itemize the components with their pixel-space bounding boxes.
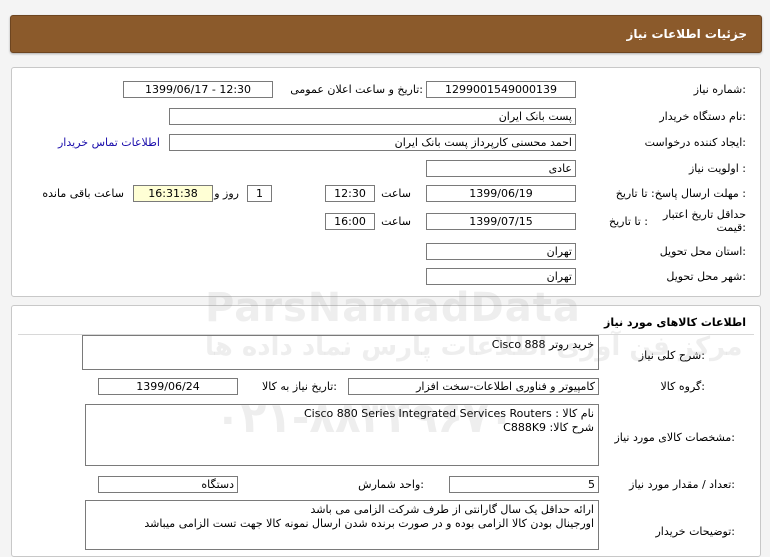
buyer-notes-field: ارائه حداقل یک سال گارانتی از طرف شرکت ا… [85,500,599,550]
specs-label: مشخصات کالای مورد نیاز: [614,431,735,444]
remaining-time-field: 16:31:38 [133,185,213,202]
page-header: جزئیات اطلاعات نیاز [10,15,762,53]
creator-label: ایجاد کننده درخواست: [644,136,746,149]
validity-time-label: ساعت [381,215,411,228]
goods-section-title: اطلاعات کالاهای مورد نیاز [604,316,746,329]
goods-group-label: گروه کالا: [660,380,705,393]
summary-label: شرح کلی نیاز: [638,349,705,362]
deadline-date-field: 1399/06/19 [426,185,576,202]
validity-label: حداقل تاریخ اعتبار قیمت: [662,208,746,234]
unit-field: دستگاه [98,476,238,493]
city-field: تهران [426,268,576,285]
validity-date-field: 1399/07/15 [426,213,576,230]
buyer-org-label: نام دستگاه خریدار: [659,110,746,123]
priority-field: عادی [426,160,576,177]
unit-label: واحد شمارش: [358,478,424,491]
buyer-contact-link[interactable]: اطلاعات تماس خریدار [58,136,160,149]
validity-to-label: تا تاریخ : [609,215,648,228]
days-remaining-field: 1 [247,185,272,202]
validity-time-field: 16:00 [325,213,375,230]
need-date-field: 1399/06/24 [98,378,238,395]
buyer-notes-line1: ارائه حداقل یک سال گارانتی از طرف شرکت ا… [310,503,594,516]
creator-field: احمد محسنی کارپرداز پست بانک ایران [169,134,576,151]
need-details-panel: شماره نیاز: 1299001549000139 تاریخ و ساع… [11,67,761,297]
priority-label: اولویت نیاز : [688,162,746,175]
buyer-notes-line2: اورجینال بودن کالا الزامی بوده و در صورت… [144,517,594,530]
need-date-label: تاریخ نیاز به کالا: [262,380,337,393]
buyer-org-field: پست بانک ایران [169,108,576,125]
page-title: جزئیات اطلاعات نیاز [626,27,747,41]
goods-panel: اطلاعات کالاهای مورد نیاز شرح کلی نیاز: … [11,305,761,557]
province-label: استان محل تحویل: [659,245,746,258]
specs-line-desc: شرح کالا: C888K9 [503,421,594,434]
deadline-time-field: 12:30 [325,185,375,202]
need-number-label: شماره نیاز: [693,83,746,96]
remaining-time-label: ساعت باقی مانده [42,187,124,200]
quantity-label: تعداد / مقدار مورد نیاز: [629,478,735,491]
announce-datetime-label: تاریخ و ساعت اعلان عمومی: [290,83,423,96]
specs-line-name: نام کالا : Cisco 880 Series Integrated S… [303,407,594,420]
quantity-field: 5 [449,476,599,493]
deadline-label: مهلت ارسال پاسخ: تا تاریخ : [615,187,746,200]
province-field: تهران [426,243,576,260]
summary-field: خرید روتر Cisco 888 [82,335,599,370]
need-number-field: 1299001549000139 [426,81,576,98]
announce-datetime-field: 1399/06/17 - 12:30 [123,81,273,98]
city-label: شهر محل تحویل: [666,270,746,283]
goods-group-field: کامپیوتر و فناوری اطلاعات-سخت افزار [348,378,599,395]
specs-field: نام کالا : Cisco 880 Series Integrated S… [85,404,599,466]
days-label: روز و [214,187,239,200]
buyer-notes-label: توضیحات خریدار: [655,525,736,538]
deadline-time-label: ساعت [381,187,411,200]
